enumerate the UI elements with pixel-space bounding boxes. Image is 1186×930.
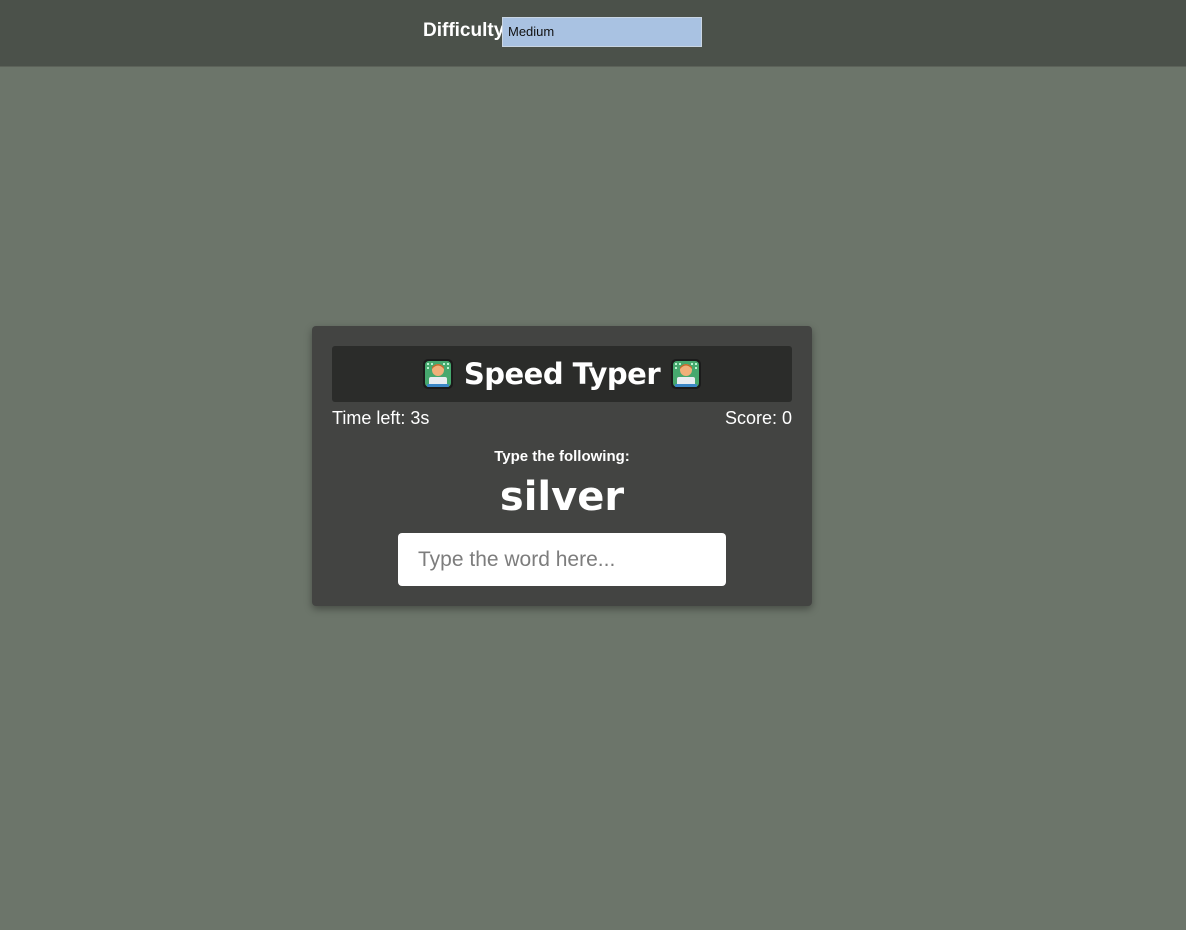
- game-card: Speed Typer Time left: 3s Score: 0 Type …: [312, 326, 812, 606]
- difficulty-select[interactable]: Medium: [502, 17, 702, 47]
- target-word: silver: [499, 474, 625, 520]
- time-left: Time left: 3s: [332, 408, 430, 428]
- top-bar: Difficulty Medium: [0, 0, 1186, 67]
- instruction-text: Type the following:: [494, 448, 630, 465]
- technologist-emoji-icon: [670, 358, 702, 390]
- score: Score: 0: [724, 408, 792, 428]
- technologist-emoji-icon: [422, 358, 454, 390]
- word-input[interactable]: [398, 533, 726, 586]
- difficulty-label: Difficulty: [423, 20, 505, 41]
- game-title: Speed Typer: [463, 357, 661, 391]
- title-bar: Speed Typer: [332, 346, 792, 402]
